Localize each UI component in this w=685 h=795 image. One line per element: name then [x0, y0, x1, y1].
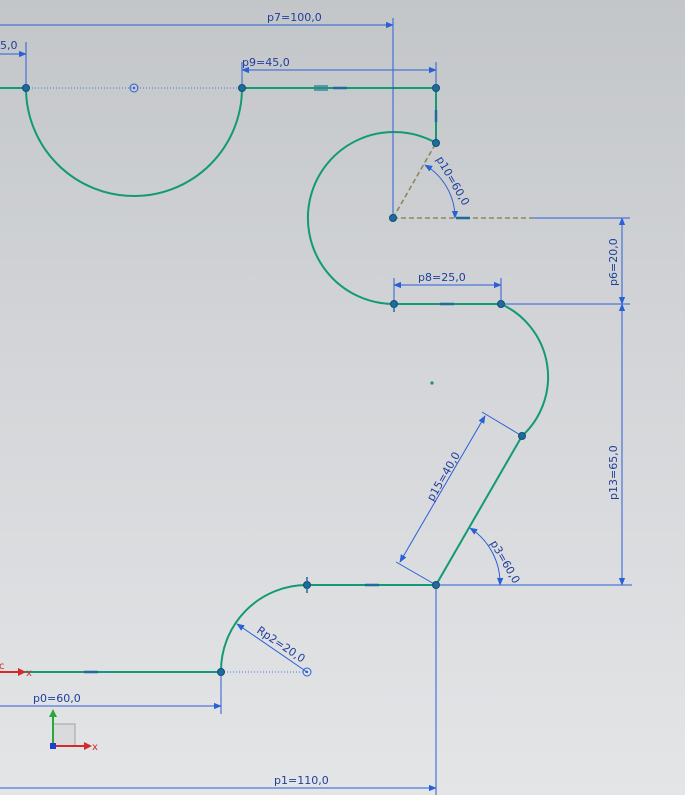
sketch-canvas[interactable]: p7=100,0 5,0 p9=45,0 p10=60,0 p6=20,0 p8… [0, 0, 685, 795]
triad-origin [50, 743, 56, 749]
triad-x-label: x [92, 742, 98, 753]
dimension-lines [0, 18, 632, 795]
dim-label-p8[interactable]: p8=25,0 [418, 271, 466, 284]
point-p8-right[interactable] [497, 300, 505, 308]
left-arc-big[interactable] [306, 131, 437, 305]
origin-c-label: c [0, 661, 5, 672]
point-arc-start[interactable] [432, 139, 440, 147]
point-slant-bottom[interactable] [432, 581, 440, 589]
dim-label-p5[interactable]: 5,0 [0, 39, 18, 52]
point-top-arc-end[interactable] [238, 84, 246, 92]
origin-x-arrowhead [18, 668, 26, 676]
dim-label-p3[interactable]: p3=60,0 [487, 538, 522, 586]
right-arc[interactable] [500, 303, 550, 437]
csys-triad: x [49, 709, 98, 753]
rp2-center-dot [305, 670, 309, 674]
point-slant-top[interactable] [518, 432, 526, 440]
dim-label-p1[interactable]: p1=110,0 [274, 774, 329, 787]
point-bottom-arc-end[interactable] [217, 668, 225, 676]
dim-label-p15[interactable]: p15=40,0 [424, 450, 463, 504]
sketch-origin-marker: c x [0, 661, 32, 679]
triad-x-arrowhead [84, 742, 92, 750]
p15-extension-bottom [395, 561, 437, 586]
origin-x-label: x [26, 668, 32, 679]
point-top-left[interactable] [22, 84, 30, 92]
dim-label-p7[interactable]: p7=100,0 [267, 11, 322, 24]
dim-label-p6[interactable]: p6=20,0 [607, 238, 620, 286]
p10-angle-ref-line [392, 142, 437, 219]
point-right-arc-center[interactable] [430, 381, 434, 385]
triad-plane-square [52, 723, 76, 747]
dim-label-p0[interactable]: p0=60,0 [33, 692, 81, 705]
dim-label-rp2[interactable]: Rp2=20,0 [254, 624, 307, 666]
point-top-right[interactable] [432, 84, 440, 92]
top-semicircle-arc[interactable] [25, 87, 243, 197]
point-arc-center[interactable] [389, 214, 397, 222]
dim-label-p13[interactable]: p13=65,0 [607, 445, 620, 500]
sketch-profile[interactable] [0, 87, 550, 673]
dim-label-p9[interactable]: p9=45,0 [242, 56, 290, 69]
dimension-labels[interactable]: p7=100,0 5,0 p9=45,0 p10=60,0 p6=20,0 p8… [0, 11, 620, 787]
top-arc-center-dot [132, 86, 136, 90]
triad-y-arrowhead [49, 709, 57, 717]
p15-extension-top [481, 411, 523, 437]
